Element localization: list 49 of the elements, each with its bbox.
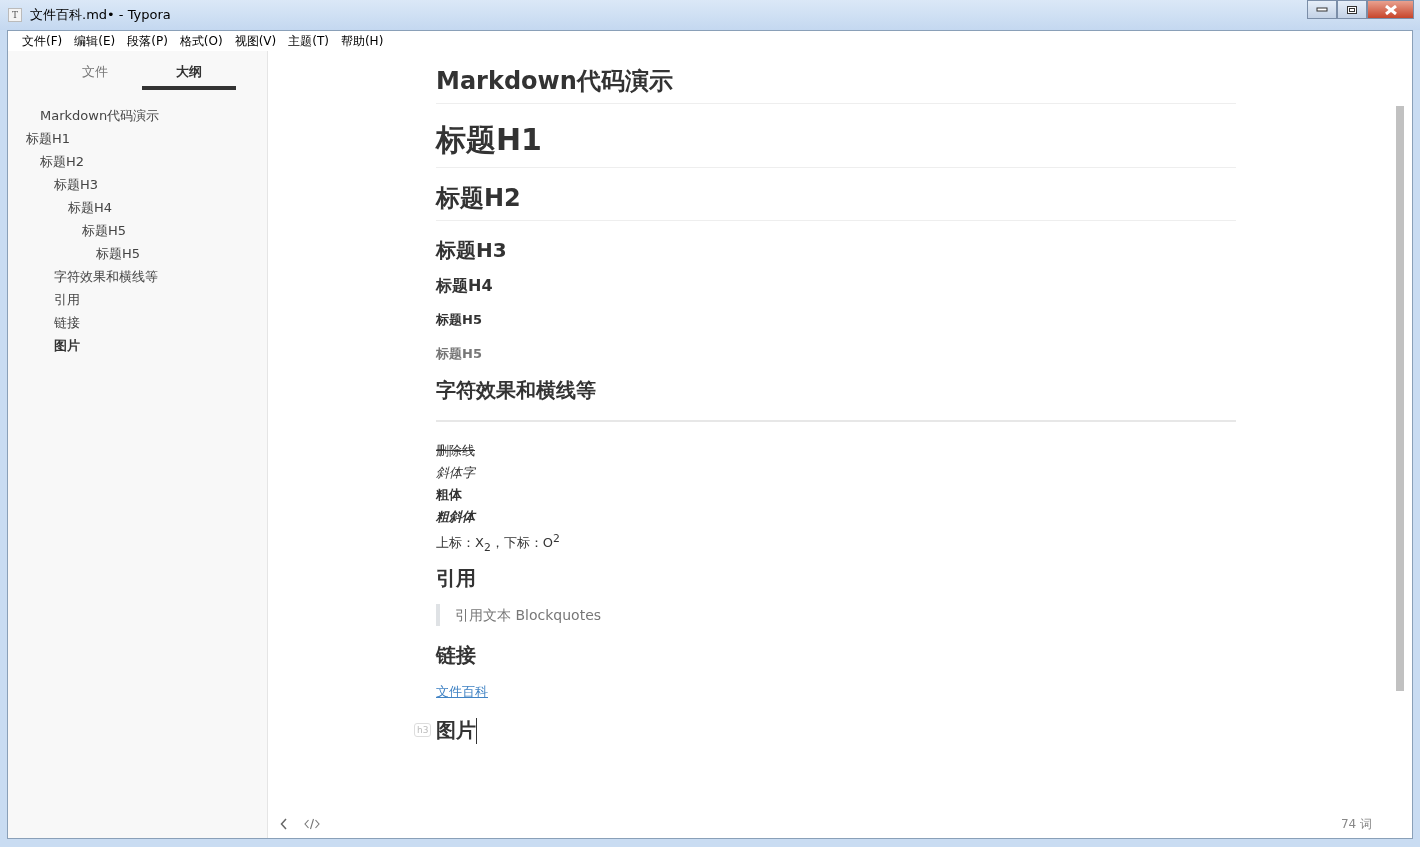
heading: 引用	[436, 565, 476, 590]
outline-item[interactable]: 标题H1	[26, 131, 71, 146]
heading-level-tag: h3	[414, 722, 432, 737]
maximize-button[interactable]	[1337, 0, 1367, 19]
outline-item[interactable]: 标题H3	[54, 177, 99, 192]
close-icon	[1383, 4, 1398, 15]
text-line: 删除线	[436, 443, 475, 458]
menu-item[interactable]: 主题(T)	[282, 32, 335, 50]
window-title: 文件百科.md• - Typora	[30, 6, 171, 24]
outline-item[interactable]: 链接	[54, 315, 80, 330]
sidebar-tab[interactable]: 大纲	[142, 63, 236, 90]
heading: 标题H2	[436, 184, 521, 212]
scrollbar-thumb[interactable]	[1396, 106, 1404, 691]
code-icon[interactable]	[304, 818, 320, 830]
heading: 链接	[436, 642, 476, 667]
menu-item[interactable]: 编辑(E)	[68, 32, 122, 50]
outline-item[interactable]: 图片	[54, 338, 80, 353]
blockquote-text: 引用文本 Blockquotes	[455, 606, 602, 623]
heading: 标题H4	[436, 276, 493, 295]
menu-item[interactable]: 段落(P)	[121, 32, 174, 50]
outline-item[interactable]: 标题H5	[82, 223, 127, 238]
close-button[interactable]	[1367, 0, 1414, 19]
outline-item[interactable]: 标题H5	[96, 246, 141, 261]
heading: 字符效果和横线等	[436, 378, 596, 402]
app-icon: T	[8, 8, 22, 22]
maximize-icon	[1346, 4, 1358, 15]
text-line: 上标：X$_{2}$，下标：O$^{2}$	[436, 535, 560, 551]
sidebar-tab[interactable]: 文件	[48, 63, 142, 90]
outline-item[interactable]: 引用	[54, 292, 80, 307]
link[interactable]: 文件百科	[436, 682, 488, 701]
heading: 标题H3	[436, 238, 507, 262]
menu-item[interactable]: 格式(O)	[173, 32, 229, 50]
text-line: 粗体	[436, 487, 462, 502]
menu-item[interactable]: 帮助(H)	[334, 32, 390, 50]
heading: 标题H1	[436, 122, 542, 157]
heading: Markdown代码演示	[436, 67, 673, 95]
outline-item[interactable]: Markdown代码演示	[40, 108, 160, 123]
outline-item[interactable]: 标题H4	[68, 200, 113, 215]
menu-item[interactable]: 文件(F)	[16, 32, 69, 50]
heading: 图片	[436, 717, 476, 742]
text-line: 斜体字	[436, 465, 475, 480]
menu-item[interactable]: 视图(V)	[228, 32, 283, 50]
outline-item[interactable]: 标题H2	[40, 154, 85, 169]
text-line: 粗斜体	[436, 509, 475, 524]
heading: 标题H5	[436, 312, 482, 327]
heading: 标题H5	[436, 346, 482, 361]
outline-item[interactable]: 字符效果和横线等	[54, 269, 158, 284]
minimize-icon	[1316, 6, 1328, 13]
word-count: 74 词	[1340, 815, 1372, 833]
